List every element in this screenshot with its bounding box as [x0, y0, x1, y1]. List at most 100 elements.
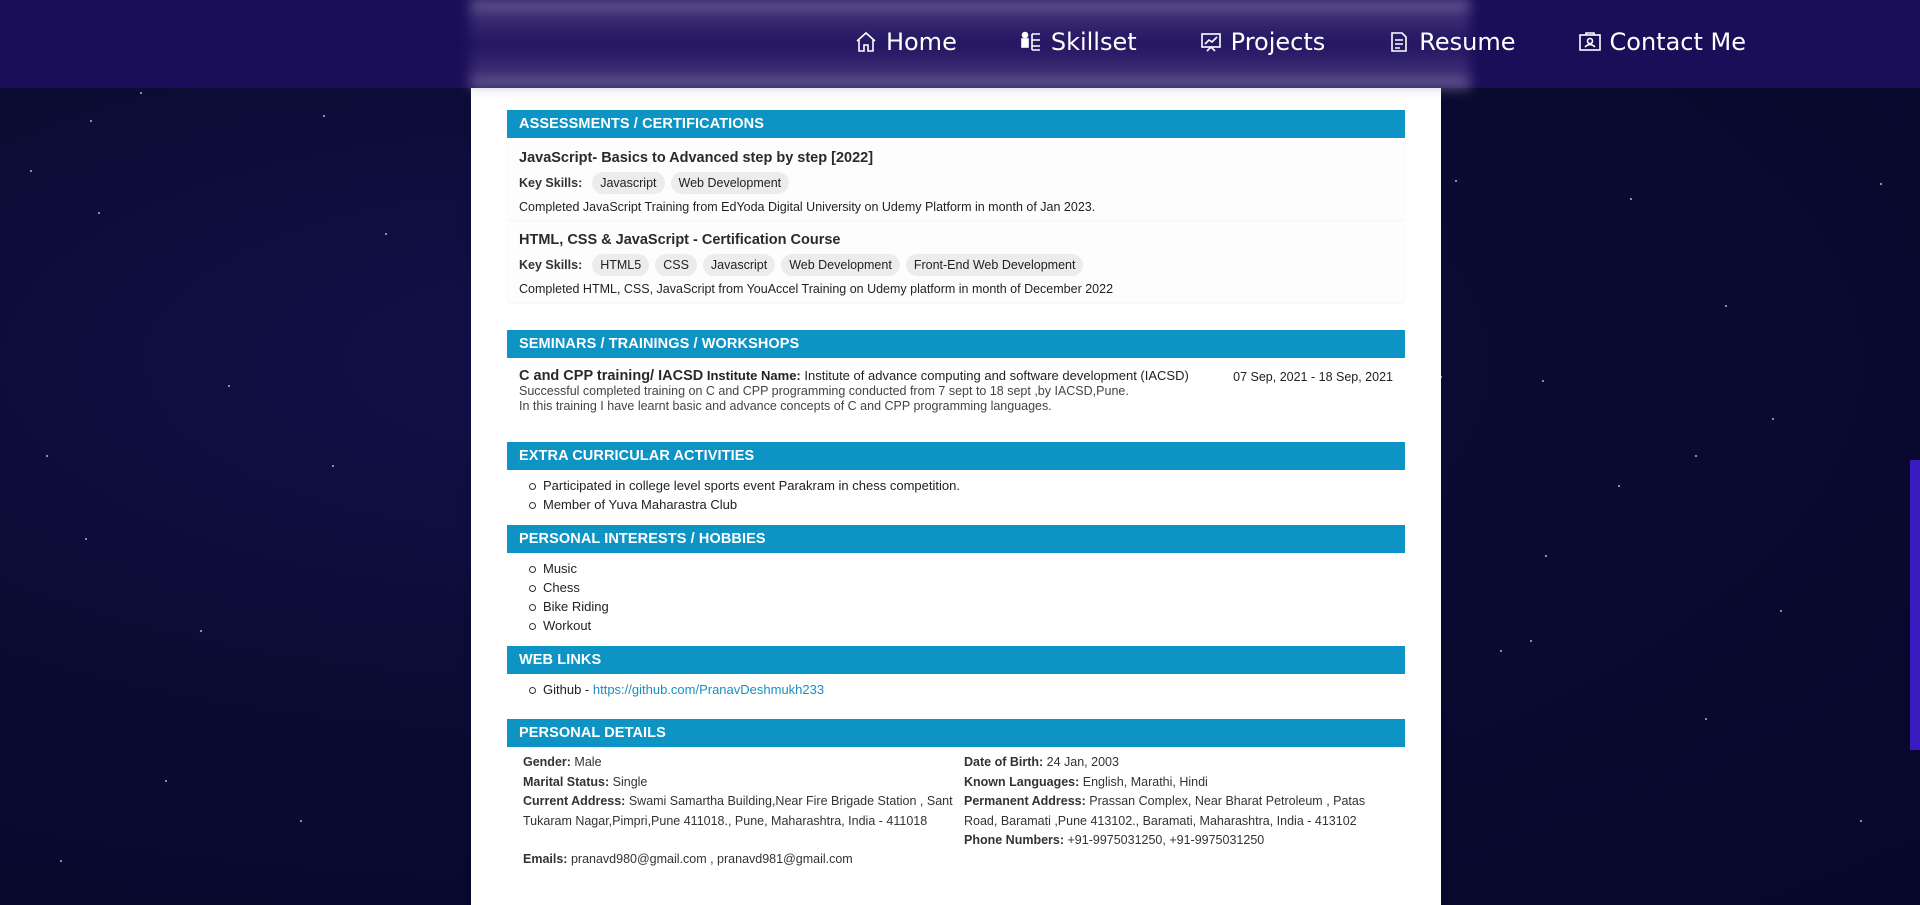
- skill-chip: CSS: [655, 254, 697, 276]
- skill-chip: Web Development: [670, 172, 790, 194]
- nav-home[interactable]: Home: [854, 28, 957, 56]
- star: [165, 780, 167, 782]
- certification-description: Completed HTML, CSS, JavaScript from You…: [519, 282, 1114, 296]
- skill-chip: HTML5: [592, 254, 650, 276]
- key-skills-label: Key Skills:: [519, 258, 583, 272]
- gender-label: Gender:: [523, 755, 571, 769]
- section-heading: ASSESSMENTS / CERTIFICATIONS: [507, 110, 1405, 138]
- emails-value: pranavd980@gmail.com , pranavd981@gmail.…: [570, 852, 853, 866]
- star: [1455, 180, 1457, 182]
- list-item: Workout: [529, 616, 1405, 635]
- scrollbar-accent: [1910, 460, 1920, 750]
- star: [1542, 380, 1544, 382]
- phone-value: +91-9975031250, +91-9975031250: [1067, 833, 1265, 847]
- nav-projects[interactable]: Projects: [1199, 28, 1325, 56]
- list-item: Github - https://github.com/PranavDeshmu…: [529, 680, 1405, 699]
- projects-icon: [1200, 33, 1221, 52]
- trainings-section: SEMINARS / TRAININGS / WORKSHOPS C and C…: [507, 330, 1405, 418]
- star: [1545, 555, 1547, 557]
- nav-skillset[interactable]: Skillset: [1019, 28, 1137, 56]
- nav-skillset-label: Skillset: [1050, 28, 1137, 56]
- key-skills: Key Skills: HTML5 CSS Javascript Web Dev…: [519, 254, 1393, 276]
- resume-icon: [1391, 32, 1408, 52]
- dob-row: Date of Birth: 24 Jan, 2003: [964, 753, 1384, 773]
- training-title: C and CPP training/ IACSD: [519, 368, 704, 384]
- activities-list: Participated in college level sports eve…: [507, 470, 1405, 514]
- skill-chip: Javascript: [592, 172, 665, 194]
- languages-row: Known Languages: English, Marathi, Hindi: [964, 773, 1384, 793]
- certification-item: HTML, CSS & JavaScript - Certification C…: [507, 224, 1405, 302]
- marital-row: Marital Status: Single: [523, 773, 953, 793]
- languages-label: Known Languages:: [964, 774, 1080, 789]
- marital-value: Single: [612, 774, 648, 789]
- star: [332, 465, 334, 467]
- key-skills: Key Skills: Javascript Web Development: [519, 172, 1393, 194]
- personal-details-section: PERSONAL DETAILS Gender: Male Marital St…: [507, 719, 1405, 905]
- languages-value: English, Marathi, Hindi: [1082, 774, 1208, 789]
- list-item: Music: [529, 559, 1405, 578]
- institute-label: Institute Name:: [706, 368, 801, 383]
- star: [46, 455, 48, 457]
- list-item: Bike Riding: [529, 597, 1405, 616]
- emails-row: Emails: pranavd980@gmail.com , pranavd98…: [523, 850, 953, 870]
- top-navbar: Home Skillset Projects Resume Contact Me: [0, 0, 1920, 88]
- star: [90, 120, 92, 122]
- star: [60, 860, 62, 862]
- nav-resume[interactable]: Resume: [1387, 28, 1516, 56]
- home-icon: [856, 31, 876, 52]
- star: [1500, 650, 1502, 652]
- list-item: Chess: [529, 578, 1405, 597]
- gender-row: Gender: Male: [523, 753, 953, 773]
- certification-item: JavaScript- Basics to Advanced step by s…: [507, 142, 1405, 220]
- current-address-label: Current Address:: [523, 794, 626, 808]
- skill-chip: Front-End Web Development: [905, 254, 1084, 276]
- star: [1530, 640, 1532, 642]
- section-heading: PERSONAL DETAILS: [507, 719, 1405, 747]
- section-heading: EXTRA CURRICULAR ACTIVITIES: [507, 442, 1405, 470]
- skill-chip: Web Development: [781, 254, 900, 276]
- certifications-section: ASSESSMENTS / CERTIFICATIONS JavaScript-…: [507, 110, 1405, 302]
- github-link[interactable]: https://github.com/PranavDeshmukh233: [593, 682, 824, 697]
- resume-document: ASSESSMENTS / CERTIFICATIONS JavaScript-…: [471, 88, 1441, 905]
- star: [85, 538, 87, 540]
- nav-home-label: Home: [885, 28, 957, 56]
- personal-details-right: Date of Birth: 24 Jan, 2003 Known Langua…: [964, 753, 1384, 851]
- web-links-section: WEB LINKS Github - https://github.com/Pr…: [507, 646, 1405, 699]
- key-skills-label: Key Skills:: [519, 176, 583, 190]
- skillset-icon: [1021, 31, 1040, 51]
- star: [1725, 305, 1727, 307]
- star: [1618, 485, 1620, 487]
- current-address-row: Current Address: Swami Samartha Building…: [523, 792, 953, 831]
- dob-value: 24 Jan, 2003: [1046, 755, 1119, 769]
- certification-description: Completed JavaScript Training from EdYod…: [519, 200, 1096, 214]
- nav-contact[interactable]: Contact Me: [1578, 28, 1746, 56]
- phone-label: Phone Numbers:: [964, 833, 1065, 847]
- marital-label: Marital Status:: [523, 774, 610, 789]
- gender-value: Male: [574, 755, 602, 769]
- section-heading: WEB LINKS: [507, 646, 1405, 674]
- star: [30, 170, 32, 172]
- links-list: Github - https://github.com/PranavDeshmu…: [507, 674, 1405, 699]
- training-description: Successful completed training on C and C…: [519, 384, 1129, 398]
- contact-icon: [1578, 32, 1601, 51]
- star: [228, 385, 230, 387]
- list-item: Participated in college level sports eve…: [529, 476, 1405, 495]
- star: [385, 233, 387, 235]
- skill-chip: Javascript: [702, 254, 776, 276]
- certification-title: HTML, CSS & JavaScript - Certification C…: [519, 232, 841, 248]
- star: [300, 820, 302, 822]
- section-heading: PERSONAL INTERESTS / HOBBIES: [507, 525, 1405, 553]
- github-label: Github -: [543, 682, 593, 697]
- star: [140, 92, 142, 94]
- star: [200, 630, 202, 632]
- permanent-address-label: Permanent Address:: [964, 794, 1086, 808]
- star: [1860, 820, 1862, 822]
- nav-menu: Home Skillset Projects Resume Contact Me: [854, 0, 1746, 84]
- phone-row: Phone Numbers: +91-9975031250, +91-99750…: [964, 831, 1384, 851]
- training-dates: 07 Sep, 2021 - 18 Sep, 2021: [1233, 370, 1393, 384]
- extra-curricular-section: EXTRA CURRICULAR ACTIVITIES Participated…: [507, 442, 1405, 514]
- institute-name: Institute of advance computing and softw…: [804, 368, 1189, 383]
- nav-resume-label: Resume: [1419, 28, 1516, 56]
- training-item: C and CPP training/ IACSD Institute Name…: [507, 358, 1405, 418]
- permanent-address-row: Permanent Address: Prassan Complex, Near…: [964, 792, 1384, 831]
